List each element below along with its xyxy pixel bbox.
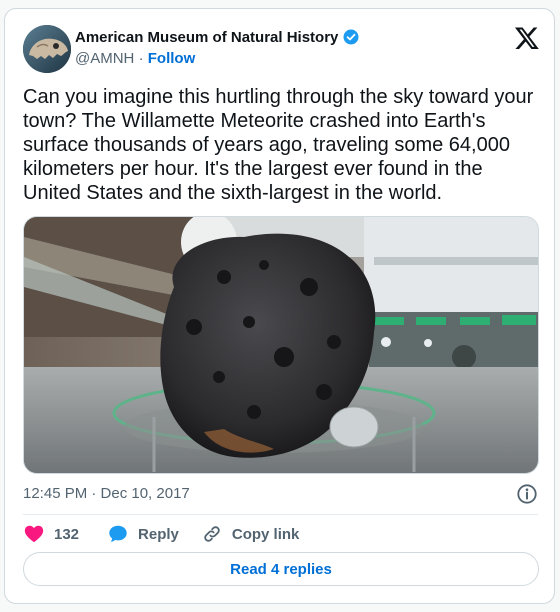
- read-replies-button[interactable]: Read 4 replies: [23, 552, 539, 586]
- tweet-text: Can you imagine this hurtling through th…: [23, 86, 534, 204]
- x-logo-icon[interactable]: [514, 25, 540, 51]
- info-icon[interactable]: [516, 483, 538, 505]
- verified-badge-icon: [342, 28, 360, 46]
- divider: [23, 514, 538, 515]
- separator-dot: ·: [138, 50, 144, 67]
- heart-icon: [23, 523, 45, 545]
- follow-button[interactable]: Follow: [148, 50, 196, 67]
- avatar[interactable]: [23, 25, 71, 73]
- tweet-timestamp[interactable]: 12:45 PM · Dec 10, 2017: [23, 485, 190, 502]
- author-handle[interactable]: @AMNH: [75, 50, 134, 67]
- tweet-card: American Museum of Natural History @AMNH…: [4, 8, 555, 604]
- reply-bubble-icon: [107, 523, 129, 545]
- like-count: 132: [54, 525, 80, 543]
- read-replies-label: Read 4 replies: [230, 560, 332, 578]
- reply-label: Reply: [138, 525, 179, 543]
- tweet-media-image[interactable]: [23, 216, 539, 474]
- handle-row: @AMNH · Follow: [75, 50, 195, 67]
- author-name-row: American Museum of Natural History: [75, 28, 360, 46]
- reply-button[interactable]: Reply: [107, 523, 179, 545]
- author-display-name[interactable]: American Museum of Natural History: [75, 29, 338, 46]
- copy-link-button[interactable]: Copy link: [201, 523, 300, 545]
- link-icon: [201, 523, 223, 545]
- copy-link-label: Copy link: [231, 525, 300, 543]
- like-button[interactable]: 132: [23, 523, 79, 545]
- action-bar: 132 Reply Copy link: [23, 523, 299, 545]
